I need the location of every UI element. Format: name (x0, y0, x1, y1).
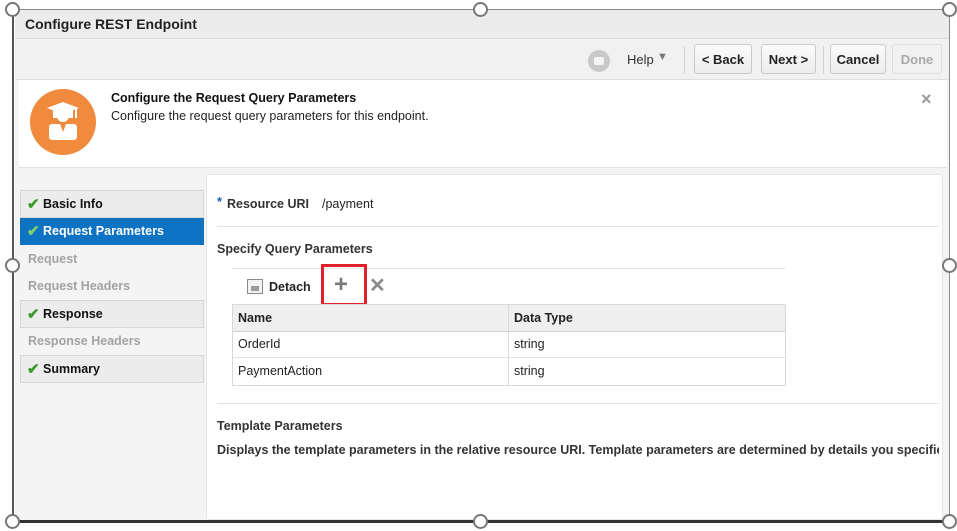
resize-handle[interactable] (942, 2, 957, 17)
resize-handle[interactable] (473, 2, 488, 17)
resize-handle[interactable] (5, 514, 20, 529)
selection-frame (12, 9, 950, 522)
resize-handle[interactable] (473, 514, 488, 529)
screenshot-stage: Configure REST Endpoint Help ▼ < Back Ne… (0, 0, 957, 531)
resize-handle[interactable] (942, 258, 957, 273)
resize-handle[interactable] (942, 514, 957, 529)
resize-handle[interactable] (5, 258, 20, 273)
resize-handle[interactable] (5, 2, 20, 17)
